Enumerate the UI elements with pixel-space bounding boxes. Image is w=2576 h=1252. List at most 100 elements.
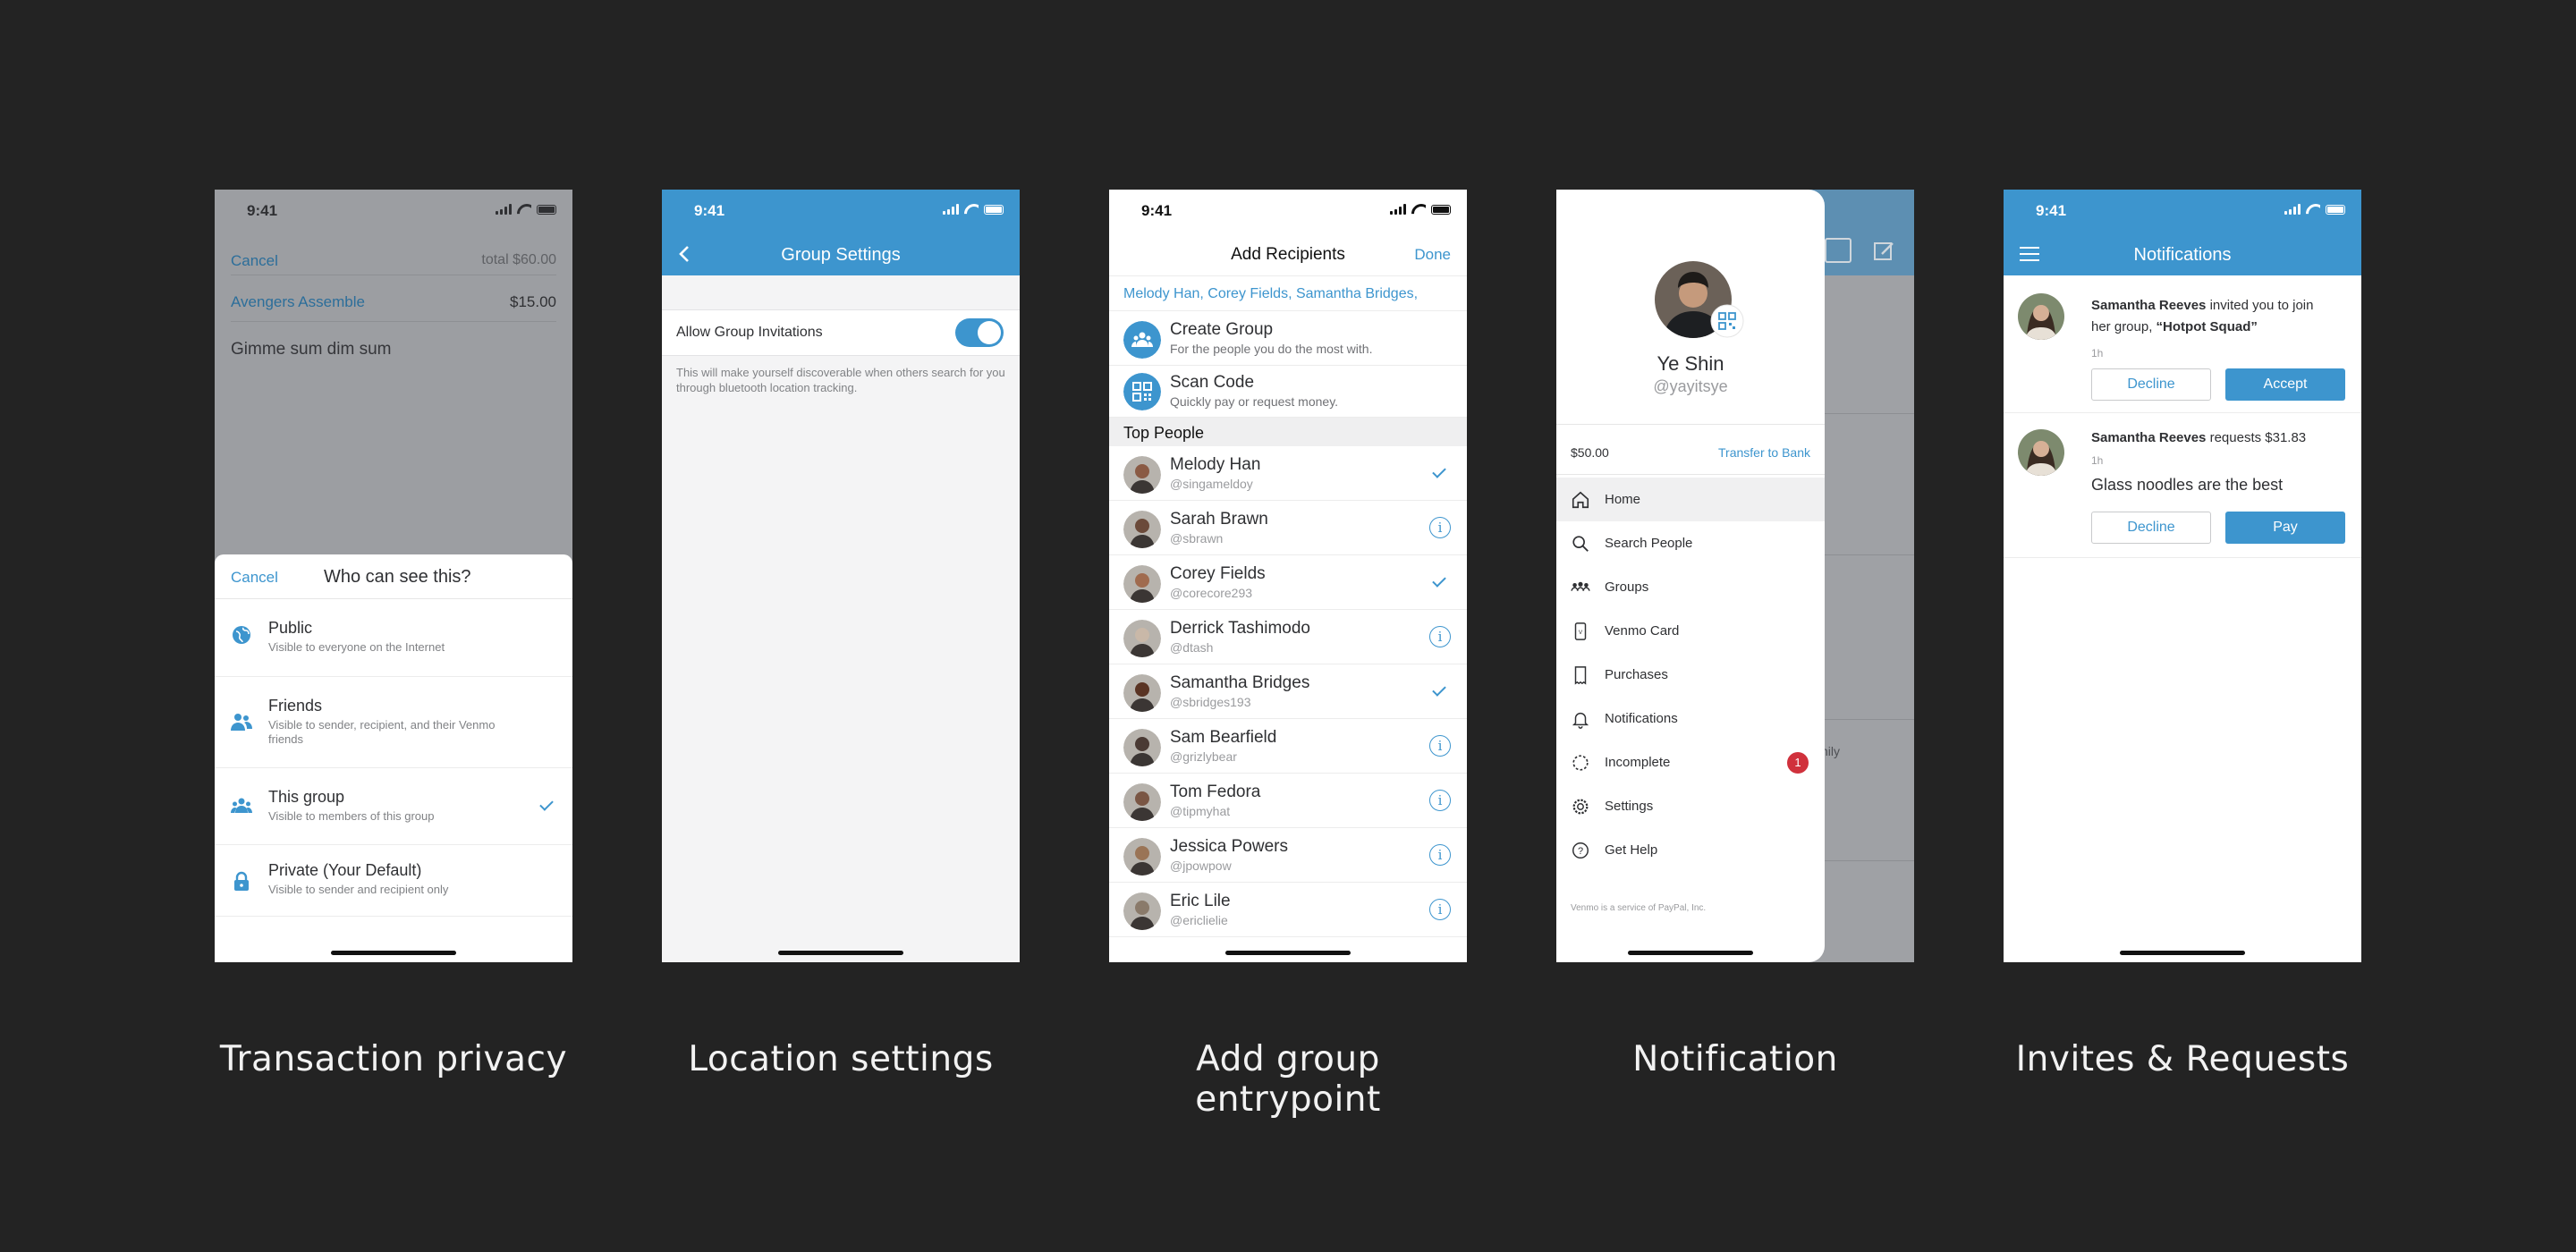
panel-add-group-entrypoint: 9:41 Add Recipients Done Melody Han, Cor… <box>1109 190 1467 1120</box>
contact-handle: @sbridges193 <box>1170 695 1251 709</box>
home-indicator <box>778 951 903 955</box>
avatar <box>2018 429 2064 476</box>
contact-handle: @sbrawn <box>1170 531 1224 546</box>
signal-icon <box>496 204 512 215</box>
avatar <box>1123 456 1161 494</box>
info-icon[interactable]: i <box>1429 735 1451 757</box>
accept-button[interactable]: Accept <box>2225 368 2345 401</box>
sender-name[interactable]: Samantha Reeves <box>2091 298 2206 313</box>
signal-icon <box>2284 204 2301 215</box>
menu-item-settings[interactable]: Settings <box>1556 784 1825 828</box>
menu-item-venmo-card[interactable]: V Venmo Card <box>1556 609 1825 653</box>
pay-button[interactable]: Pay <box>2225 512 2345 544</box>
contact-row[interactable]: Tom Fedora @tipmyhat i <box>1109 774 1467 828</box>
transfer-to-bank-link[interactable]: Transfer to Bank <box>1718 445 1810 460</box>
wifi-icon <box>1411 204 1426 215</box>
create-group-row[interactable]: Create Group For the people you do the m… <box>1109 311 1467 366</box>
privacy-option-this-group[interactable]: This group Visible to members of this gr… <box>215 768 572 845</box>
menu-item-home[interactable]: Home <box>1556 478 1825 521</box>
avatar <box>1123 838 1161 876</box>
menu-item-purchases[interactable]: Purchases <box>1556 653 1825 697</box>
cancel-button[interactable]: Cancel <box>231 252 278 270</box>
battery-icon <box>984 204 1004 215</box>
contact-row[interactable]: Melody Han @singameldoy <box>1109 446 1467 501</box>
decline-button[interactable]: Decline <box>2091 512 2211 544</box>
info-icon[interactable]: i <box>1429 899 1451 920</box>
group-name[interactable]: Avengers Assemble <box>231 293 365 311</box>
scan-code-row[interactable]: Scan Code Quickly pay or request money. <box>1109 366 1467 418</box>
contact-row[interactable]: Sam Bearfield @grizlybear i <box>1109 719 1467 774</box>
wifi-icon <box>2306 204 2320 215</box>
menu-item-get-help[interactable]: ? Get Help <box>1556 828 1825 872</box>
payment-header-row: Cancel total $60.00 <box>231 243 556 275</box>
info-icon[interactable]: i <box>1429 626 1451 647</box>
side-drawer: Ye Shin @yayitsye $50.00 Transfer to Ban… <box>1556 190 1825 962</box>
menu-item-search-people[interactable]: Search People <box>1556 521 1825 565</box>
selected-names: Melody Han, Corey Fields, Samantha Bridg… <box>1123 286 1419 301</box>
sender-name[interactable]: Samantha Reeves <box>2091 430 2206 445</box>
panel-location-settings: 9:41 Group Settings Allow Group Invitati… <box>662 190 1020 1079</box>
menu-item-notifications[interactable]: Notifications <box>1556 697 1825 740</box>
selected-check-icon <box>1432 573 1446 588</box>
request-text: Samantha Reeves requests $31.83 <box>2091 427 2333 449</box>
page-title: Add Recipients <box>1231 245 1345 264</box>
contact-row[interactable]: Eric Lile @ericlielie i <box>1109 883 1467 937</box>
contact-handle: @grizlybear <box>1170 749 1237 764</box>
status-time: 9:41 <box>694 202 725 219</box>
gear-icon <box>1572 799 1589 815</box>
panel-notification-drawer: nily Ye Shin @yayitsye $50.00 Transfer t… <box>1556 190 1914 1079</box>
info-icon[interactable]: i <box>1429 844 1451 866</box>
contact-row[interactable]: Samantha Bridges @sbridges193 <box>1109 664 1467 719</box>
payment-note[interactable]: Gimme sum dim sum <box>231 340 556 360</box>
privacy-option-public[interactable]: Public Visible to everyone on the Intern… <box>215 599 572 677</box>
status-time: 9:41 <box>2036 202 2067 219</box>
signal-icon <box>943 204 959 215</box>
action-title: Scan Code <box>1170 373 1255 392</box>
battery-icon <box>537 204 556 215</box>
menu-item-label: Home <box>1605 492 1641 507</box>
caption: Transaction privacy <box>219 1039 568 1079</box>
total-label: total $60.00 <box>481 252 556 267</box>
selected-recipients-field[interactable]: Melody Han, Corey Fields, Samantha Bridg… <box>1109 275 1467 311</box>
contact-row[interactable]: Corey Fields @corecore293 <box>1109 555 1467 610</box>
balance: $50.00 <box>1571 445 1609 460</box>
caption: Location settings <box>688 1039 994 1079</box>
request-note: Glass noodles are the best <box>2091 476 2284 494</box>
menu-item-label: Get Help <box>1605 842 1658 858</box>
panel-transaction-privacy: 9:41 Cancel total $60.00 Avengers Assemb… <box>215 190 572 1079</box>
battery-icon <box>1431 204 1451 215</box>
toggle-description: This will make yourself discoverable whe… <box>676 366 1005 394</box>
sheet-cancel-button[interactable]: Cancel <box>231 569 278 587</box>
info-icon[interactable]: i <box>1429 790 1451 811</box>
contact-row[interactable]: Sarah Brawn @sbrawn i <box>1109 501 1467 555</box>
contact-row[interactable]: Derrick Tashimodo @dtash i <box>1109 610 1467 664</box>
svg-text:V: V <box>1579 630 1583 636</box>
privacy-option-private[interactable]: Private (Your Default) Visible to sender… <box>215 845 572 917</box>
friends-icon <box>231 714 252 731</box>
contact-handle: @singameldoy <box>1170 477 1253 491</box>
info-icon[interactable]: i <box>1429 517 1451 538</box>
avatar <box>1123 674 1161 712</box>
decline-button[interactable]: Decline <box>2091 368 2211 401</box>
menu-item-label: Purchases <box>1605 667 1668 682</box>
user-name: Ye Shin <box>1657 352 1724 375</box>
status-time: 9:41 <box>247 202 278 219</box>
phone-screen: 9:41 Add Recipients Done Melody Han, Cor… <box>1109 190 1467 962</box>
menu-item-groups[interactable]: Groups <box>1556 565 1825 609</box>
action-desc: For the people you do the most with. <box>1170 342 1373 356</box>
qr-code-icon[interactable] <box>1710 304 1744 338</box>
status-bar: 9:41 <box>1109 190 1467 233</box>
globe-icon <box>233 626 250 644</box>
menu-item-label: Incomplete <box>1605 755 1671 770</box>
option-title: Public <box>268 619 313 637</box>
contact-row[interactable]: Jessica Powers @jpowpow i <box>1109 828 1467 883</box>
done-button[interactable]: Done <box>1414 246 1451 264</box>
group-invitations-toggle[interactable] <box>955 318 1004 347</box>
privacy-option-friends[interactable]: Friends Visible to sender, recipient, an… <box>215 677 572 768</box>
contact-handle: @corecore293 <box>1170 586 1253 600</box>
wifi-icon <box>964 204 979 215</box>
menu-item-label: Groups <box>1605 579 1649 595</box>
avatar <box>2018 293 2064 340</box>
user-handle: @yayitsye <box>1653 377 1728 395</box>
menu-item-incomplete[interactable]: Incomplete 1 <box>1556 740 1825 784</box>
